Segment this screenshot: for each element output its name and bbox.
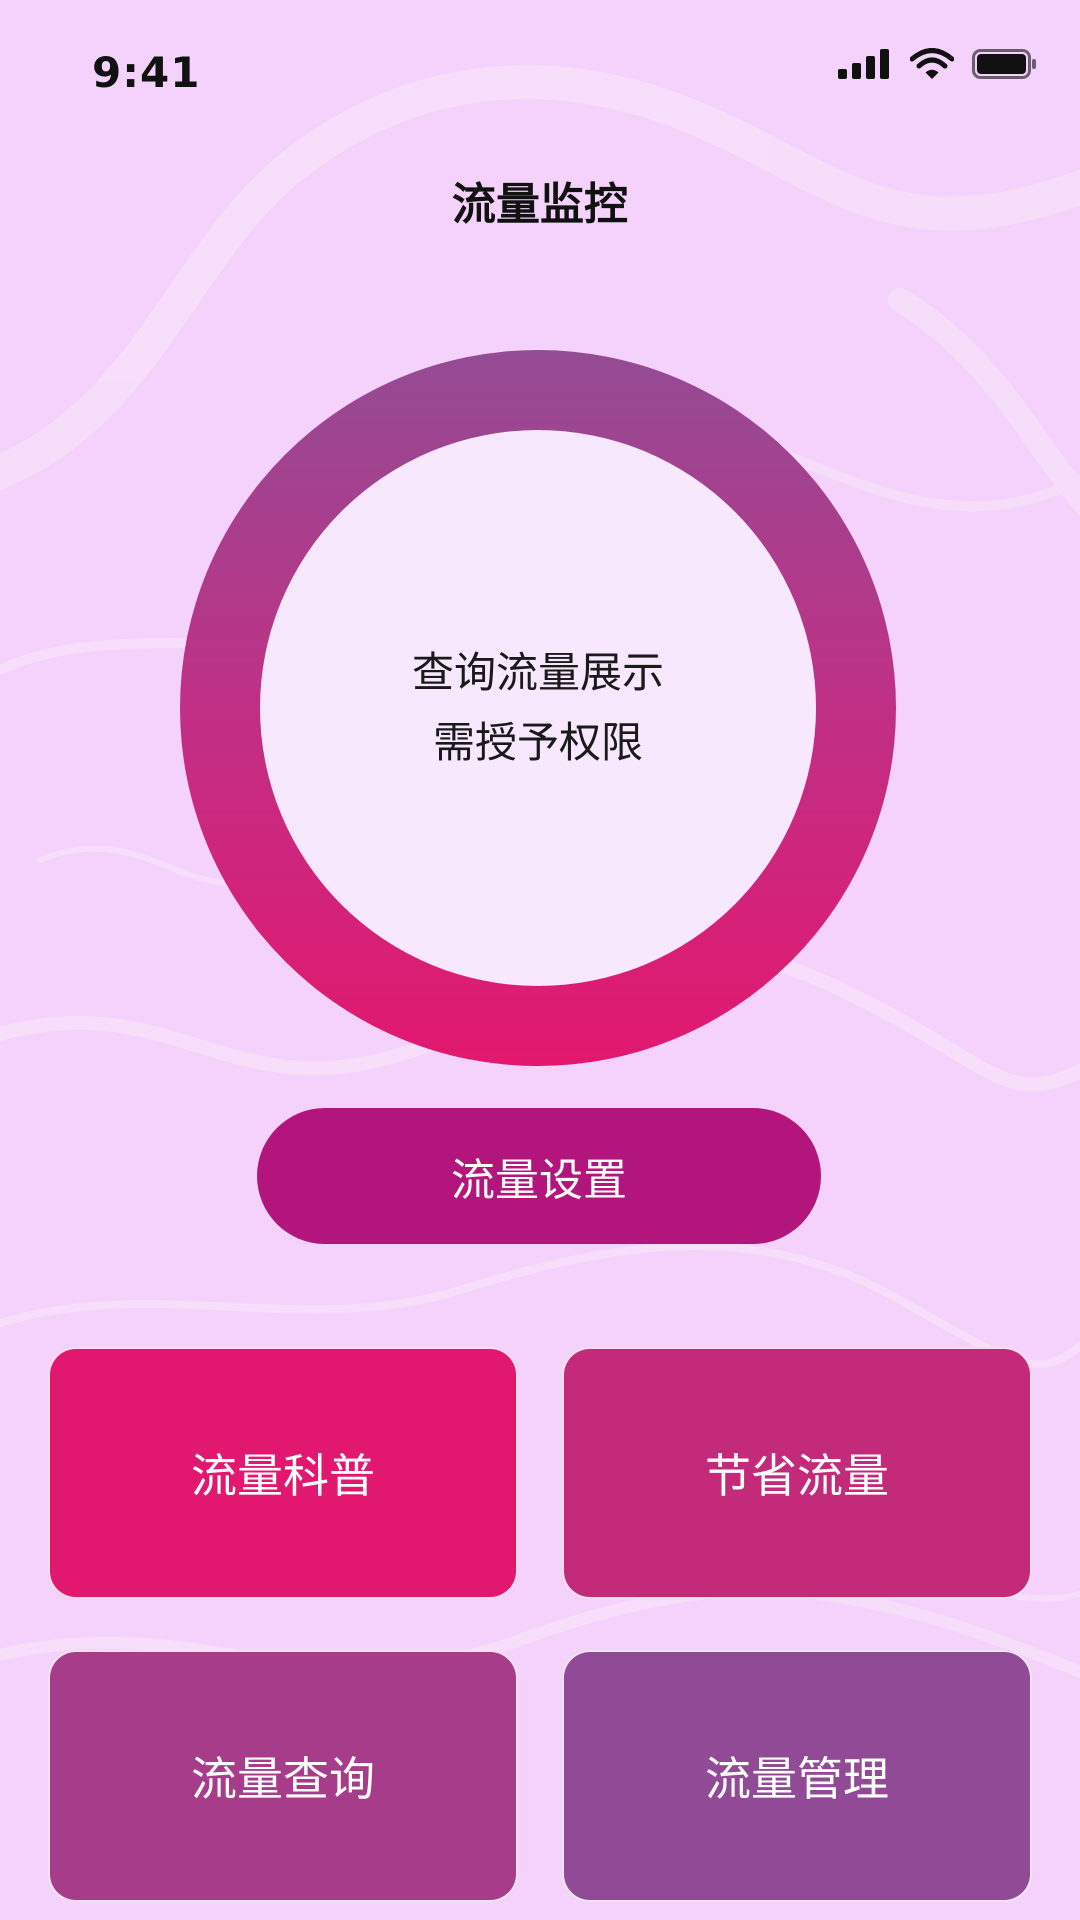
status-icons bbox=[838, 48, 1038, 80]
ring-text-line2: 需授予权限 bbox=[432, 718, 643, 767]
cellular-signal-icon bbox=[838, 49, 889, 79]
ring-text-line1: 查询流量展示 bbox=[411, 648, 664, 697]
usage-ring: 查询流量展示 需授予权限 bbox=[180, 350, 896, 1066]
wifi-icon bbox=[910, 48, 954, 79]
page-title: 流量监控 bbox=[452, 179, 628, 230]
status-time: 9:41 bbox=[92, 48, 201, 97]
usage-ring-center: 查询流量展示 需授予权限 bbox=[260, 430, 816, 986]
tile-traffic-management[interactable]: 流量管理 bbox=[562, 1650, 1032, 1902]
tile-save-traffic[interactable]: 节省流量 bbox=[562, 1347, 1032, 1599]
status-bar: 9:41 bbox=[0, 0, 1080, 150]
battery-icon bbox=[972, 49, 1036, 79]
traffic-settings-button[interactable]: 流量设置 bbox=[257, 1108, 821, 1244]
tile-traffic-science[interactable]: 流量科普 bbox=[48, 1347, 518, 1599]
tile-traffic-query[interactable]: 流量查询 bbox=[48, 1650, 518, 1902]
